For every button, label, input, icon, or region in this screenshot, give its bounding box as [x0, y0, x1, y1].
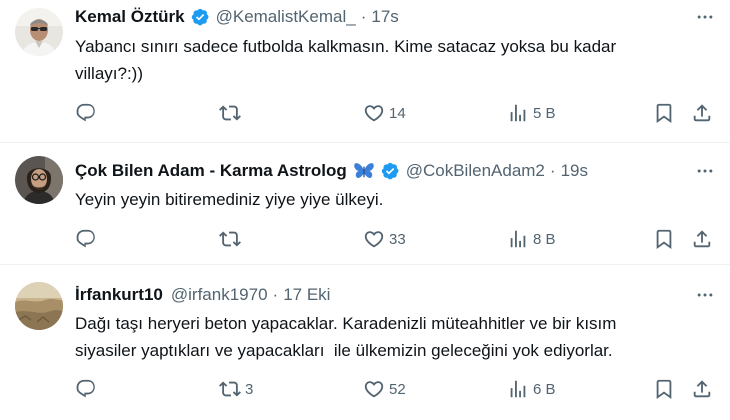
tweet-text-line: villayı?:)) [75, 64, 144, 83]
bookmark-icon [656, 103, 672, 124]
bookmark-button[interactable] [653, 100, 675, 126]
like-icon [364, 231, 384, 248]
tweet-text: Dağı taşı heryeri beton yapacaklar. Kara… [75, 310, 705, 364]
tweet-text: Yeyin yeyin bitiremediniz yiye yiye ülke… [75, 186, 705, 213]
share-icon [693, 380, 711, 398]
like-count: 52 [389, 380, 406, 398]
separator-dot: · [360, 7, 367, 26]
retweet-icon [219, 105, 241, 121]
like-icon [364, 105, 384, 122]
verified-badge-icon [190, 7, 210, 27]
tweet-header: İrfankurt10 @irfank1970 · 17 Eki [75, 283, 330, 307]
reply-button[interactable] [75, 100, 101, 126]
bookmark-button[interactable] [653, 226, 675, 252]
retweet-button[interactable] [219, 100, 245, 126]
retweet-icon [219, 231, 241, 247]
tweet-text-line: Dağı taşı heryeri beton yapacaklar. Kara… [75, 314, 617, 333]
retweet-button[interactable] [219, 226, 245, 252]
like-icon [364, 381, 384, 398]
timestamp[interactable]: 17 Eki [283, 285, 330, 305]
author-handle[interactable]: @irfank1970 [171, 285, 268, 305]
tweet-text: Yabancı sınırı sadece futbolda kalkmasın… [75, 33, 705, 87]
views-icon [510, 230, 526, 248]
author-handle[interactable]: @CokBilenAdam2 [406, 161, 545, 181]
share-button[interactable] [691, 100, 713, 126]
reply-icon [76, 379, 95, 398]
share-icon [693, 230, 711, 248]
verified-badge-icon [380, 161, 400, 181]
like-count: 14 [389, 104, 406, 122]
views-count: 6 B [533, 380, 556, 398]
views-count: 8 B [533, 230, 556, 248]
avatar[interactable] [15, 282, 63, 330]
tweet-actions: 33 8 B [75, 226, 715, 252]
tweet-3[interactable]: İrfankurt10 @irfank1970 · 17 Eki Dağı ta… [0, 265, 730, 420]
tweet-text-line: Yeyin yeyin bitiremediniz yiye yiye ülke… [75, 190, 384, 209]
bookmark-button[interactable] [653, 376, 675, 402]
avatar[interactable] [15, 156, 63, 204]
views-icon [510, 380, 526, 398]
like-button[interactable]: 52 [363, 376, 406, 402]
bookmark-icon [656, 379, 672, 400]
tweet-header: Çok Bilen Adam - Karma Astrolog @CokBile… [75, 159, 588, 183]
author-handle[interactable]: @KemalistKemal_ [216, 7, 356, 27]
retweet-count: 3 [245, 380, 254, 398]
timestamp[interactable]: 17s [371, 7, 398, 27]
author-name[interactable]: Çok Bilen Adam - Karma Astrolog [75, 161, 347, 181]
share-button[interactable] [691, 226, 713, 252]
tweet-text-line: siyasiler yaptıkları ve yapacakları ile … [75, 341, 613, 360]
avatar[interactable] [15, 8, 63, 56]
reply-icon [76, 103, 95, 122]
reply-icon [76, 229, 95, 248]
bookmark-icon [656, 229, 672, 250]
tweet-actions: 14 5 B [75, 100, 715, 126]
separator-dot: · [272, 285, 279, 304]
views-button[interactable]: 8 B [507, 226, 556, 252]
like-button[interactable]: 14 [363, 100, 406, 126]
tweet-actions: 3 52 6 B [75, 376, 715, 402]
tweet-text-line: Yabancı sınırı sadece futbolda kalkmasın… [75, 37, 617, 56]
author-name[interactable]: İrfankurt10 [75, 285, 163, 305]
tweet-2[interactable]: Çok Bilen Adam - Karma Astrolog @CokBile… [0, 143, 730, 265]
tweet-1[interactable]: Kemal Öztürk @KemalistKemal_ · 17s Yaban… [0, 0, 730, 143]
views-count: 5 B [533, 104, 556, 122]
retweet-icon [219, 381, 241, 397]
more-icon[interactable] [690, 159, 720, 183]
timestamp[interactable]: 19s [561, 161, 588, 181]
reply-button[interactable] [75, 226, 101, 252]
share-icon [693, 104, 711, 122]
author-name[interactable]: Kemal Öztürk [75, 7, 185, 27]
butterfly-emoji-icon [353, 161, 375, 181]
reply-button[interactable] [75, 376, 101, 402]
views-button[interactable]: 5 B [507, 100, 556, 126]
views-icon [510, 104, 526, 122]
more-icon[interactable] [690, 5, 720, 29]
like-button[interactable]: 33 [363, 226, 406, 252]
like-count: 33 [389, 230, 406, 248]
share-button[interactable] [691, 376, 713, 402]
separator-dot: · [549, 161, 556, 180]
views-button[interactable]: 6 B [507, 376, 556, 402]
tweet-header: Kemal Öztürk @KemalistKemal_ · 17s [75, 5, 399, 29]
retweet-button[interactable]: 3 [219, 376, 253, 402]
more-icon[interactable] [690, 283, 720, 307]
